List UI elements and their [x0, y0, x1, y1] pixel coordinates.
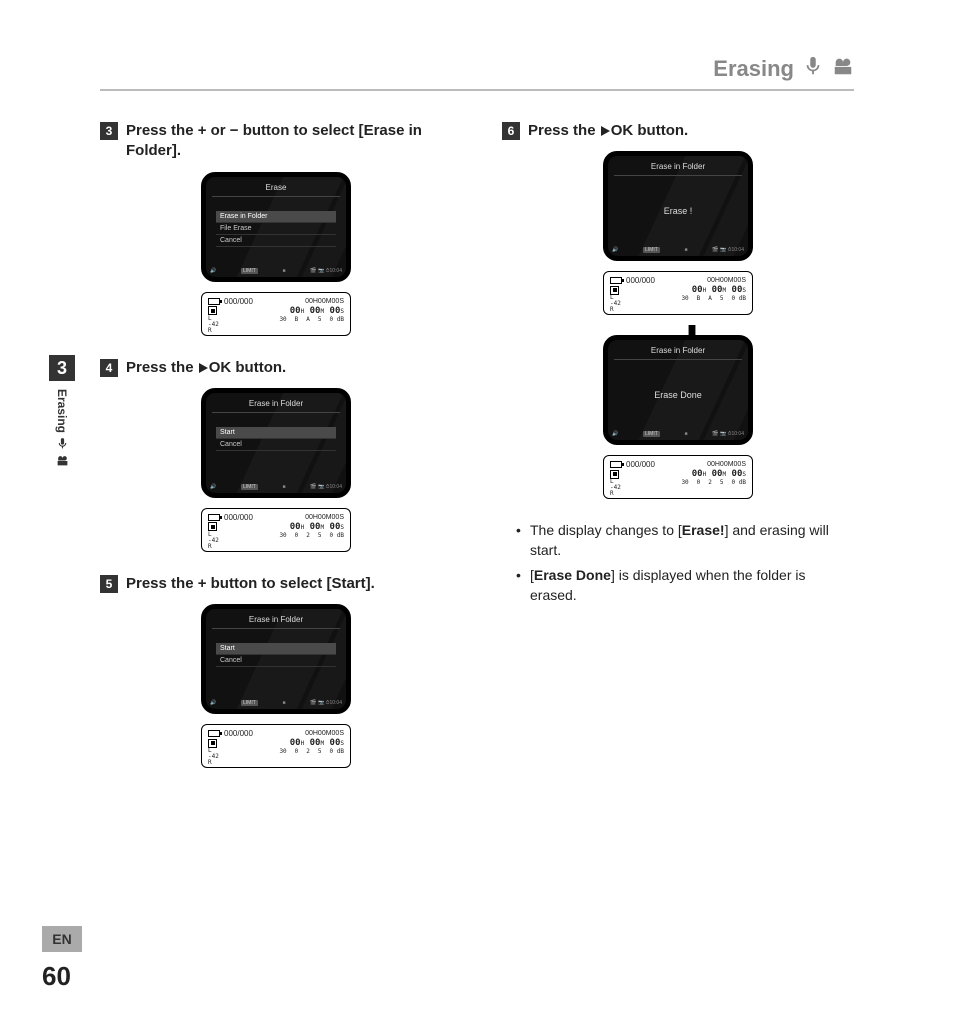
- step-6-notes: The display changes to [Erase!] and eras…: [502, 521, 854, 605]
- movie-icon: [832, 55, 854, 83]
- step-3: 3 Press the + or − button to select [Era…: [100, 121, 452, 336]
- battery-icon: [208, 298, 220, 305]
- note-erase-done: [Erase Done] is displayed when the folde…: [516, 566, 854, 605]
- right-column: 6 Press the OK button. Erase in Folder E…: [502, 121, 854, 790]
- lcd-done: Erase in Folder Erase Done 🔊LIMIT■🎬 📷 ⏱1…: [603, 335, 753, 445]
- play-icon: [601, 126, 610, 136]
- step-number: 6: [502, 122, 520, 140]
- status-strip: 000/00000H00M00S 00H 00M 00S L-42R300250…: [201, 508, 351, 552]
- step-number: 5: [100, 575, 118, 593]
- note-erase-start: The display changes to [Erase!] and eras…: [516, 521, 854, 560]
- chapter-number: 3: [49, 355, 75, 381]
- manual-page: Erasing 3 Press the + or − button to sel…: [0, 0, 954, 1020]
- content-columns: 3 Press the + or − button to select [Era…: [100, 121, 854, 790]
- step-4-head: 4 Press the OK button.: [100, 358, 452, 378]
- step-number: 3: [100, 122, 118, 140]
- step-6-screens: Erase in Folder Erase ! 🔊LIMIT■🎬 📷 ⏱10:0…: [502, 151, 854, 499]
- lcd-erasing: Erase in Folder Erase ! 🔊LIMIT■🎬 📷 ⏱10:0…: [603, 151, 753, 261]
- step-3-text: Press the + or − button to select [Erase…: [126, 121, 452, 162]
- movie-icon: [55, 454, 69, 467]
- step-3-head: 3 Press the + or − button to select [Era…: [100, 121, 452, 162]
- header-title: Erasing: [713, 56, 794, 82]
- mic-icon: [802, 55, 824, 83]
- step-5-text: Press the + button to select [Start].: [126, 574, 375, 594]
- step-6-head: 6 Press the OK button.: [502, 121, 854, 141]
- page-header: Erasing: [100, 55, 854, 91]
- lcd-eif-start-hl: Erase in Folder Start Cancel 🔊LIMIT■🎬 📷 …: [201, 604, 351, 714]
- language-badge: EN: [42, 926, 82, 952]
- left-column: 3 Press the + or − button to select [Era…: [100, 121, 452, 790]
- step-number: 4: [100, 359, 118, 377]
- step-3-screens: Erase Erase in Folder File Erase Cancel …: [100, 172, 452, 336]
- status-strip: 000/00000H00M00S 00H 00M 00S L-42R300250…: [603, 455, 753, 499]
- page-number: 60: [42, 961, 71, 992]
- step-4: 4 Press the OK button. Erase in Folder S…: [100, 358, 452, 552]
- lcd-erase-menu: Erase Erase in Folder File Erase Cancel …: [201, 172, 351, 282]
- step-5-screens: Erase in Folder Start Cancel 🔊LIMIT■🎬 📷 …: [100, 604, 452, 768]
- status-strip: 000/00000H00M00S 00H 00M 00S L-42R300250…: [201, 724, 351, 768]
- play-icon: [199, 363, 208, 373]
- chapter-label: Erasing: [55, 389, 69, 467]
- mic-icon: [55, 437, 69, 450]
- chapter-tab: 3 Erasing: [42, 355, 82, 467]
- lcd-eif-start: Erase in Folder Start Cancel 🔊LIMIT■🎬 📷 …: [201, 388, 351, 498]
- status-strip: 000/00000H00M00S 00H 00M 00S L-42R30BA50…: [603, 271, 753, 315]
- status-strip: 000/000 00H00M00S 00H 00M 00S L-42R 30BA…: [201, 292, 351, 336]
- step-4-text: Press the OK button.: [126, 358, 286, 378]
- step-5-head: 5 Press the + button to select [Start].: [100, 574, 452, 594]
- step-6: 6 Press the OK button. Erase in Folder E…: [502, 121, 854, 606]
- step-4-screens: Erase in Folder Start Cancel 🔊LIMIT■🎬 📷 …: [100, 388, 452, 552]
- step-6-text: Press the OK button.: [528, 121, 688, 141]
- step-5: 5 Press the + button to select [Start]. …: [100, 574, 452, 768]
